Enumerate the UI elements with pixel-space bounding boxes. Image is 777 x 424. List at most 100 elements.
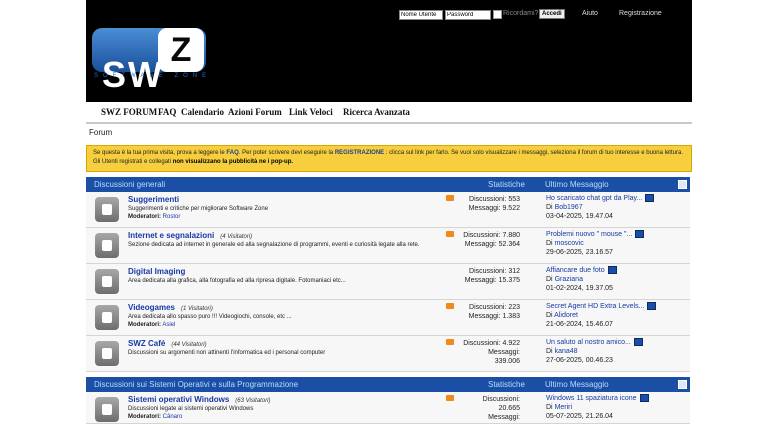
last-post-link[interactable]: Windows 11 spaziatura icone xyxy=(546,394,649,402)
stats-header: Statistiche xyxy=(488,380,525,389)
last-post-header: Ultimo Messaggio xyxy=(545,180,609,189)
forum-status-icon xyxy=(95,233,119,258)
last-post-title[interactable]: Secret Agent HD Extra Levels... xyxy=(546,303,644,310)
category-header: Discussioni sui Sistemi Operativi e sull… xyxy=(86,377,690,392)
rss-icon[interactable] xyxy=(446,195,454,201)
registration-link[interactable]: REGISTRAZIONE xyxy=(335,150,384,156)
post-count-value: 339.006 xyxy=(494,358,520,365)
go-to-post-icon[interactable] xyxy=(635,230,645,238)
rss-icon[interactable] xyxy=(446,339,454,345)
last-post-title[interactable]: Affiancare due foto xyxy=(546,267,605,274)
forum-title[interactable]: SWZ Café xyxy=(128,339,165,348)
nav-swz-forum[interactable]: SWZ FORUM xyxy=(101,107,157,117)
last-post-title[interactable]: Ho scaricato chat gpt da Play... xyxy=(546,195,642,202)
logo-z: Z xyxy=(158,28,204,72)
last-post-link[interactable]: Secret Agent HD Extra Levels... xyxy=(546,302,657,310)
last-post-link[interactable]: Ho scaricato chat gpt da Play... xyxy=(546,194,655,202)
forum-title[interactable]: Internet e segnalazioni xyxy=(128,231,214,240)
user-link[interactable]: Alidoret xyxy=(554,312,578,319)
forum-desc: Suggerimenti e critiche per migliorare S… xyxy=(128,206,269,212)
stats-header: Statistiche xyxy=(488,180,525,189)
notice-text-2: . Per poter scrivere devi eseguire la xyxy=(238,150,335,156)
nav-azioni-forum[interactable]: Azioni Forum xyxy=(228,107,282,117)
rss-icon[interactable] xyxy=(446,395,454,401)
by-label: Di xyxy=(546,348,555,355)
moderators: Moderatori: Asiel xyxy=(128,322,175,328)
logo-subtitle: SOFTWARE ZONE xyxy=(94,73,212,79)
notice-bold: non visualizzano la pubblicità ne i pop-… xyxy=(172,159,294,165)
forum-row: SWZ Café (44 Visitatori) Discussioni su a… xyxy=(86,336,690,372)
forum-row: Sistemi operativi Windows (63 Visitatori)… xyxy=(86,392,690,424)
rss-icon[interactable] xyxy=(446,303,454,309)
moderators-label: Moderatori: xyxy=(128,414,161,420)
username-field[interactable] xyxy=(399,10,443,20)
moderator-link[interactable]: Rostor xyxy=(163,214,181,220)
last-post-link[interactable]: Un saluto al nostro amico... xyxy=(546,338,643,346)
collapse-icon[interactable] xyxy=(678,380,687,389)
nav-link-veloci[interactable]: Link Veloci xyxy=(289,107,333,117)
last-post-date: 01-02-2024, 19.37.05 xyxy=(546,285,613,292)
last-post-title[interactable]: Windows 11 spaziatura icone xyxy=(546,395,637,402)
last-post-author: Di Alidoret xyxy=(546,312,578,319)
last-post-author: Di kana48 xyxy=(546,348,578,355)
password-field[interactable] xyxy=(445,10,491,20)
last-post-author: Di moscovic xyxy=(546,240,584,247)
login-button[interactable]: Accedi xyxy=(539,9,565,19)
by-label: Di xyxy=(546,312,555,319)
thread-count: Discussioni: 223 xyxy=(469,304,520,311)
remember-label: Ricordami? xyxy=(503,10,539,17)
nav-calendario[interactable]: Calendario xyxy=(181,107,224,117)
help-link[interactable]: Aiuto xyxy=(582,10,598,17)
last-post-date: 29-06-2025, 23.16.57 xyxy=(546,249,613,256)
page: SW Z SOFTWARE ZONE Ricordami? Accedi Aiu… xyxy=(86,0,692,424)
welcome-notice: Se questa è la tua prima visita, prova a… xyxy=(86,145,692,172)
user-link[interactable]: moscovic xyxy=(555,240,584,247)
last-post-date: 27-06-2025, 00.46.23 xyxy=(546,357,613,364)
forum-status-icon xyxy=(95,397,119,422)
nav-ricerca-avanzata[interactable]: Ricerca Avanzata xyxy=(343,107,410,117)
by-label: Di xyxy=(546,204,555,211)
visitor-count: (4 Visitatori) xyxy=(220,234,253,240)
user-link[interactable]: Graziana xyxy=(555,276,583,283)
nav-faq[interactable]: FAQ xyxy=(158,107,176,117)
forum-title[interactable]: Videogames xyxy=(128,303,175,312)
register-link[interactable]: Registrazione xyxy=(619,10,662,17)
last-post-author: Di Meriri xyxy=(546,404,572,411)
by-label: Di xyxy=(546,276,555,283)
faq-link[interactable]: FAQ xyxy=(226,150,238,156)
go-to-post-icon[interactable] xyxy=(645,194,655,202)
forum-title[interactable]: Sistemi operativi Windows xyxy=(128,395,229,404)
last-post-header: Ultimo Messaggio xyxy=(545,380,609,389)
moderators-label: Moderatori: xyxy=(128,214,161,220)
thread-count-value: 20.665 xyxy=(498,405,520,412)
thread-count: Discussioni: 4.922 xyxy=(463,340,520,347)
user-link[interactable]: kana48 xyxy=(555,348,578,355)
user-link[interactable]: Meriri xyxy=(555,404,573,411)
go-to-post-icon[interactable] xyxy=(607,266,617,274)
last-post-link[interactable]: Affiancare due foto xyxy=(546,266,617,274)
post-count: Messaggi: xyxy=(488,349,520,356)
go-to-post-icon[interactable] xyxy=(633,338,643,346)
go-to-post-icon[interactable] xyxy=(639,394,649,402)
user-link[interactable]: Bob1967 xyxy=(555,204,583,211)
forum-title[interactable]: Suggerimenti xyxy=(128,195,179,204)
remember-checkbox[interactable] xyxy=(493,10,502,19)
rss-icon[interactable] xyxy=(446,231,454,237)
moderator-link[interactable]: Cânaro xyxy=(163,414,183,420)
forum-title[interactable]: Digital Imaging xyxy=(128,267,185,276)
last-post-link[interactable]: Problemi nuovo " mouse "... xyxy=(546,230,645,238)
header: SW Z SOFTWARE ZONE Ricordami? Accedi Aiu… xyxy=(86,0,692,102)
go-to-post-icon[interactable] xyxy=(647,302,657,310)
last-post-title[interactable]: Un saluto al nostro amico... xyxy=(546,339,631,346)
moderators-label: Moderatori: xyxy=(128,322,161,328)
moderator-link[interactable]: Asiel xyxy=(162,322,175,328)
last-post-title[interactable]: Problemi nuovo " mouse "... xyxy=(546,231,632,238)
forum-desc: Discussioni legate ai sistemi operativi … xyxy=(128,406,254,412)
last-post-date: 03-04-2025, 19.47.04 xyxy=(546,213,613,220)
forum-title-wrap: Internet e segnalazioni (4 Visitatori) xyxy=(128,231,252,240)
category-title[interactable]: Discussioni generali xyxy=(94,180,165,189)
last-post-date: 05-07-2025, 21.26.04 xyxy=(546,413,613,420)
breadcrumb[interactable]: Forum xyxy=(89,128,112,137)
collapse-icon[interactable] xyxy=(678,180,687,189)
category-title[interactable]: Discussioni sui Sistemi Operativi e sull… xyxy=(94,380,298,389)
